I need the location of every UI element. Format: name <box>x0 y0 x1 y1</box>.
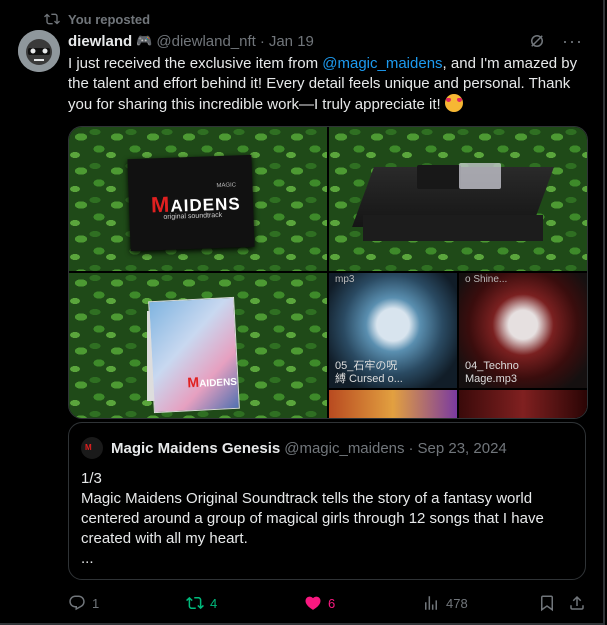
art-card: MAIDENS <box>148 296 240 414</box>
tweet-text: I just received the exclusive item from … <box>68 54 588 115</box>
quoted-avatar: M <box>81 437 103 459</box>
media-grid: MAGIC MAIDENS original soundtrack MAIDEN… <box>68 126 588 419</box>
quoted-header: M Magic Maidens Genesis @magic_maidens ·… <box>81 437 507 459</box>
like-count: 6 <box>328 595 336 611</box>
separator-dot: · <box>408 439 414 457</box>
photo-box-top[interactable]: MAGIC MAIDENS original soundtrack <box>69 127 327 271</box>
album-art-2: o Shine... 04_Techno Mage.mp3 <box>459 273 587 388</box>
grok-icon[interactable] <box>528 32 546 50</box>
card-logo-m: M <box>187 373 200 391</box>
share-button[interactable] <box>568 594 586 612</box>
avatar[interactable] <box>18 30 60 72</box>
repost-button[interactable]: 4 <box>186 594 217 612</box>
track-label-2: 04_Techno Mage.mp3 <box>465 360 519 386</box>
art-top-label: mp3 <box>335 274 355 285</box>
author-badge: 🎮 <box>136 33 153 48</box>
author-handle[interactable]: @diewland_nft <box>156 33 255 50</box>
quoted-handle: @magic_maidens <box>284 439 405 457</box>
track-label-1-line1: 05_石牢の呪 <box>335 360 398 372</box>
track-label-1: 05_石牢の呪縛 Cursed o... <box>335 360 403 386</box>
logo-magic: MAGIC <box>216 182 237 190</box>
separator-dot: · <box>259 32 265 50</box>
reply-icon <box>69 595 85 611</box>
like-button[interactable]: 6 <box>304 594 335 612</box>
usb-crystal <box>459 163 501 189</box>
action-bar: 1 4 6 478 <box>68 592 588 614</box>
case-front <box>363 215 543 241</box>
mention-link[interactable]: @magic_maidens <box>322 55 442 72</box>
photo-cards[interactable]: MAIDENS <box>69 273 327 418</box>
quoted-line: Magic Maidens Original Soundtrack tells … <box>81 490 544 547</box>
share-icon <box>570 595 584 610</box>
repost-icon <box>186 596 204 610</box>
art-top-label: o Shine... <box>465 274 508 285</box>
album-art-3 <box>329 390 457 418</box>
tweet-text-part: I just received the exclusive item from <box>68 55 323 72</box>
reply-button[interactable]: 1 <box>68 594 99 612</box>
reply-count: 1 <box>92 595 100 611</box>
quoted-name: Magic Maidens Genesis <box>111 439 281 457</box>
author-name[interactable]: diewland <box>68 33 132 50</box>
card-logo: MAIDENS <box>187 372 237 391</box>
photo-case[interactable] <box>329 127 587 271</box>
views-button[interactable]: 478 <box>422 594 468 612</box>
logo-subtitle: original soundtrack <box>163 211 223 221</box>
quoted-line: 1/3 <box>81 470 102 487</box>
tweet-card[interactable]: You reposted diewland 🎮 @diewland_nft · … <box>0 0 605 625</box>
analytics-icon <box>425 596 437 610</box>
repost-label: You reposted <box>68 11 151 27</box>
track-label-1-line2: 縛 Cursed o... <box>335 373 403 385</box>
quoted-text: 1/3 Magic Maidens Original Soundtrack te… <box>81 469 571 569</box>
repost-icon <box>44 13 60 25</box>
bookmark-icon <box>541 595 553 612</box>
track-label-2-line2: Mage.mp3 <box>465 373 517 385</box>
product-box: MAGIC MAIDENS original soundtrack <box>127 154 255 252</box>
tweet-header: diewland 🎮 @diewland_nft · Jan 19 ··· <box>68 32 583 50</box>
photo-screenshot[interactable]: mp3 05_石牢の呪縛 Cursed o... o Shine... 04_T… <box>329 273 587 418</box>
quoted-date: Sep 23, 2024 <box>417 439 507 457</box>
more-icon[interactable]: ··· <box>562 32 583 50</box>
card-logo-rest: AIDENS <box>198 376 238 390</box>
quoted-tweet[interactable]: M Magic Maidens Genesis @magic_maidens ·… <box>68 422 586 580</box>
quoted-avatar-letter: M <box>85 443 92 452</box>
repost-indicator: You reposted <box>44 11 150 27</box>
track-label-2-line1: 04_Techno <box>465 360 519 372</box>
tweet-date[interactable]: Jan 19 <box>269 33 314 50</box>
usb-drive <box>417 165 461 189</box>
bookmark-button[interactable] <box>538 594 556 612</box>
quoted-line: ... <box>81 550 94 567</box>
album-art-1: mp3 05_石牢の呪縛 Cursed o... <box>329 273 457 388</box>
smiling-face-hearts-icon <box>444 94 463 112</box>
album-art-4 <box>459 390 587 418</box>
heart-icon <box>305 596 321 610</box>
views-count: 478 <box>446 595 468 611</box>
repost-count: 4 <box>210 595 218 611</box>
